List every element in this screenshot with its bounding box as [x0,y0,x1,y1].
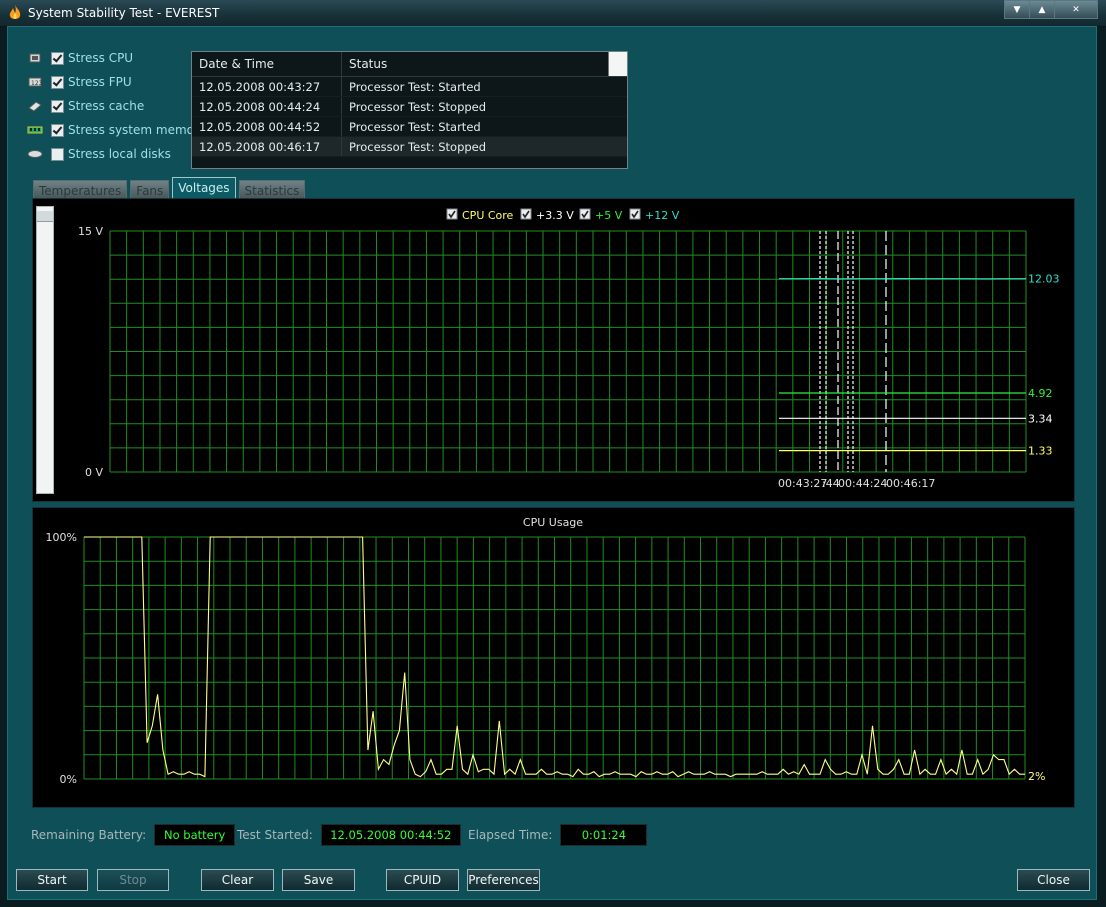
test-started-status: Test Started: 12.05.2008 00:44:52 [237,823,461,847]
battery-value: No battery [154,824,236,846]
battery-status: Remaining Battery: No battery [31,823,236,847]
current-value-label: 3.34 [1028,412,1053,425]
time-axis-label: 00:46:17 [886,477,935,490]
legend-checkbox [629,208,641,220]
time-axis-label: 00:43:27 [778,477,827,490]
legend-item: CPU Core [462,209,514,222]
current-value-label: 1.33 [1028,445,1053,458]
legend-checkbox [520,208,532,220]
close-button[interactable]: Close [1017,869,1090,891]
y-max-label: 100% [46,531,77,544]
battery-label: Remaining Battery: [31,828,147,842]
y-min-label: 0% [60,773,77,786]
test-started-label: Test Started: [237,828,313,842]
legend-item: +5 V [595,209,623,222]
stop-button[interactable]: Stop [97,869,169,891]
start-button[interactable]: Start [16,869,88,891]
elapsed-label: Elapsed Time: [468,828,553,842]
save-button[interactable]: Save [282,869,355,891]
current-value-label: 4.92 [1028,387,1053,400]
current-value-label: 12.03 [1028,273,1060,286]
legend-checkbox [579,208,591,220]
preferences-button[interactable]: Preferences [467,869,540,891]
clear-button[interactable]: Clear [201,869,274,891]
y-min-label: 0 V [85,466,103,479]
charts-layer: 15 V 0 V CPU Core +3.3 V +5 V +12 V 12.03 4.92 3… [46,208,1060,786]
test-started-value: 12.05.2008 00:44:52 [320,824,461,846]
time-axis-label: 00:44:24 [838,477,887,490]
y-max-label: 15 V [78,225,103,238]
cpu-usage-title: CPU Usage [523,516,583,529]
elapsed-value: 0:01:24 [560,824,648,846]
legend-item: +3.3 V [536,209,574,222]
cpuid-button[interactable]: CPUID [386,869,459,891]
legend-item: +12 V [645,209,680,222]
elapsed-status: Elapsed Time: 0:01:24 [468,823,648,847]
legend-checkbox [446,208,458,220]
cpu-usage-current-label: 2% [1028,770,1045,783]
